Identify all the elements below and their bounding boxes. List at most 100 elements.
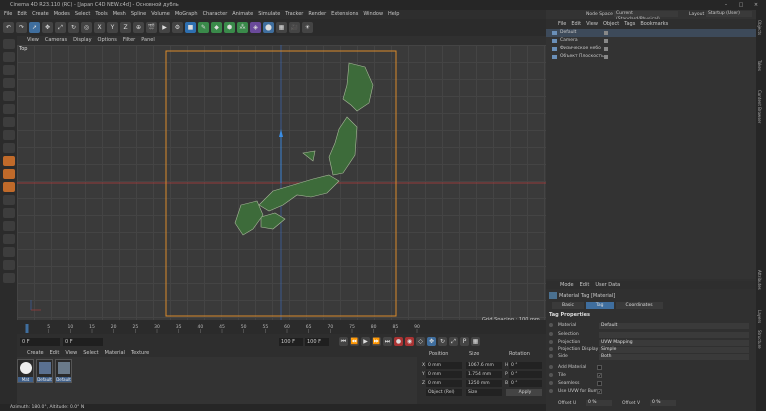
attribute-tab[interactable]: Tag [585, 302, 614, 309]
start-frame-field[interactable]: 0 F [63, 338, 103, 346]
object-menu-item[interactable]: Bookmarks [640, 19, 668, 29]
rotate-tool-icon[interactable]: ↻ [68, 22, 79, 33]
next-key-icon[interactable]: ⏩ [372, 337, 381, 346]
bodypaint-icon[interactable] [2, 234, 15, 244]
menu-item[interactable]: Window [363, 10, 383, 19]
play-icon[interactable]: ▶ [361, 337, 370, 346]
material-menu-item[interactable]: Select [83, 349, 98, 357]
coordinate-system-icon[interactable]: ⊕ [133, 22, 144, 33]
scale-key-icon[interactable]: ⤢ [449, 337, 458, 346]
position-field[interactable]: 0 mm [426, 371, 462, 378]
viewport-menu-item[interactable]: Panel [141, 36, 155, 45]
camera-icon[interactable]: 🎥 [289, 22, 300, 33]
material-menu-item[interactable]: Create [27, 349, 44, 357]
snap-icon[interactable] [2, 156, 15, 166]
paint-icon[interactable] [2, 221, 15, 231]
menu-item[interactable]: Tracker [285, 10, 303, 19]
animate-dot-icon[interactable] [549, 323, 553, 327]
timeline-ruler[interactable]: 051015202530354045505560657075808590 [17, 320, 546, 334]
menu-item[interactable]: Modes [54, 10, 70, 19]
apply-button[interactable]: Apply [506, 389, 542, 396]
checkbox[interactable] [597, 381, 602, 386]
attribute-field[interactable]: Both [599, 353, 749, 360]
rotation-field[interactable]: 0 ° [509, 371, 542, 378]
make-editable-icon[interactable] [2, 39, 15, 49]
render-picture-icon[interactable]: ▶ [159, 22, 170, 33]
render-settings-icon[interactable]: ⚙ [172, 22, 183, 33]
checkbox[interactable] [597, 365, 602, 370]
end-frame-field[interactable]: 100 F [279, 338, 303, 346]
motion-icon[interactable] [2, 273, 15, 283]
animate-dot-icon[interactable] [549, 347, 553, 351]
close-button[interactable]: × [750, 0, 762, 10]
viewport-top[interactable] [17, 45, 546, 320]
animate-dot-icon[interactable] [549, 373, 553, 377]
menu-item[interactable]: Spline [131, 10, 146, 19]
edges-mode-icon[interactable] [2, 91, 15, 101]
cloner-icon[interactable]: ⁂ [237, 22, 248, 33]
attribute-tab[interactable]: Basic [552, 302, 584, 309]
object-menu-item[interactable]: Edit [571, 19, 581, 29]
menu-item[interactable]: MoGraph [175, 10, 198, 19]
checkbox[interactable]: ✓ [597, 389, 602, 394]
animate-dot-icon[interactable] [549, 332, 553, 336]
minimize-button[interactable]: – [720, 0, 732, 10]
sculpt-icon[interactable] [2, 208, 15, 218]
undo-icon[interactable]: ↶ [3, 22, 14, 33]
material-swatch[interactable]: Default [36, 359, 53, 383]
animate-dot-icon[interactable] [549, 381, 553, 385]
viewport-menu-item[interactable]: Cameras [45, 36, 67, 45]
size-field[interactable]: 1.754 mm [466, 371, 502, 378]
object-row[interactable]: Объект Плоскость [546, 53, 756, 61]
menu-item[interactable]: Tools [95, 10, 107, 19]
menu-item[interactable]: Create [32, 10, 49, 19]
viewport-menu-item[interactable]: View [27, 36, 39, 45]
z-axis-lock[interactable]: Z [120, 22, 131, 33]
size-field[interactable]: 1067.6 mm [466, 362, 502, 369]
subdivision-icon[interactable]: ◆ [211, 22, 222, 33]
animate-dot-icon[interactable] [549, 354, 553, 358]
side-tab[interactable]: Attributes [757, 270, 762, 290]
object-menu-item[interactable]: Tags [624, 19, 635, 29]
side-tab[interactable]: Objects [757, 20, 762, 35]
autokey-icon[interactable]: ◉ [405, 337, 414, 346]
material-menu-item[interactable]: Material [105, 349, 125, 357]
object-menu-item[interactable]: File [558, 19, 566, 29]
material-swatch[interactable]: Default [55, 359, 72, 383]
planar-workplane-icon[interactable] [2, 195, 15, 205]
hair-icon[interactable] [2, 260, 15, 270]
menu-item[interactable]: Mesh [113, 10, 126, 19]
layer-icon[interactable] [2, 247, 15, 257]
layout-select[interactable]: Startup (User) [706, 11, 752, 17]
array-icon[interactable]: ⬢ [224, 22, 235, 33]
visibility-dots-icon[interactable] [604, 47, 608, 51]
visibility-dots-icon[interactable] [604, 39, 608, 43]
playhead[interactable] [25, 324, 29, 333]
rotation-field[interactable]: 0 ° [509, 362, 542, 369]
object-menu-item[interactable]: View [586, 19, 598, 29]
menu-item[interactable]: Simulate [258, 10, 280, 19]
menu-item[interactable]: Render [308, 10, 326, 19]
offset-u-field[interactable]: 0 % [586, 400, 612, 406]
viewport-menu-item[interactable]: Filter [123, 36, 135, 45]
scale-tool-icon[interactable]: ⤢ [55, 22, 66, 33]
spline-pen-icon[interactable]: ✎ [198, 22, 209, 33]
menu-item[interactable]: Volume [151, 10, 170, 19]
material-menu-item[interactable]: View [65, 349, 77, 357]
attribute-menu-item[interactable]: User Data [595, 281, 620, 289]
point-level-icon[interactable]: ▦ [471, 337, 480, 346]
field-icon[interactable]: ⬤ [263, 22, 274, 33]
keyframe-selection-icon[interactable]: ◇ [416, 337, 425, 346]
y-axis-lock[interactable]: Y [107, 22, 118, 33]
object-row[interactable]: Default [546, 29, 756, 37]
param-key-icon[interactable]: P [460, 337, 469, 346]
animate-dot-icon[interactable] [549, 389, 553, 393]
position-field[interactable]: 0 mm [426, 362, 462, 369]
coord-mode-select[interactable]: Object (Rel) [426, 389, 462, 396]
attribute-tab[interactable]: Coordinates [615, 302, 663, 309]
offset-v-field[interactable]: 0 % [650, 400, 676, 406]
axis-mode-icon[interactable] [2, 117, 15, 127]
node-space-select[interactable]: Current (Standard/Physical) [614, 11, 678, 22]
light-icon[interactable]: ☀ [302, 22, 313, 33]
side-tab[interactable]: Content Browser [757, 90, 762, 123]
